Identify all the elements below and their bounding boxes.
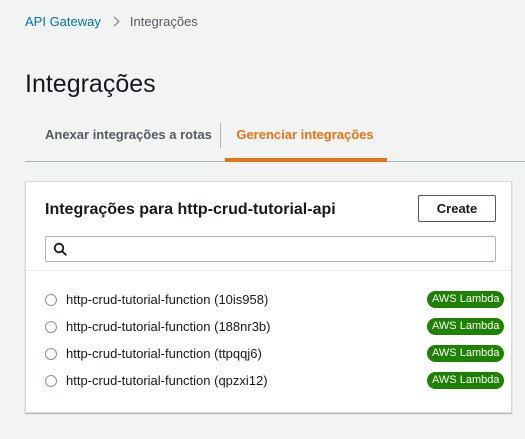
active-tab-indicator [225, 158, 387, 162]
list-item[interactable]: http-crud-tutorial-function (10is958) AW… [26, 286, 511, 313]
integration-label: http-crud-tutorial-function (qpzxi12) [66, 373, 268, 388]
panel-title: Integrações para http-crud-tutorial-api [45, 201, 336, 218]
breadcrumb: API Gateway Integrações [25, 14, 198, 29]
list-item[interactable]: http-crud-tutorial-function (qpzxi12) AW… [26, 367, 511, 394]
integration-label: http-crud-tutorial-function (10is958) [66, 292, 269, 307]
aws-lambda-badge: AWS Lambda [427, 345, 505, 362]
list-item[interactable]: http-crud-tutorial-function (ttpqqj6) AW… [26, 340, 511, 367]
aws-lambda-badge: AWS Lambda [427, 318, 505, 335]
breadcrumb-current: Integrações [129, 14, 198, 29]
radio-button[interactable] [45, 348, 57, 360]
aws-lambda-badge: AWS Lambda [427, 372, 505, 389]
tab-manage-integrations[interactable]: Gerenciar integrações [225, 118, 385, 161]
tab-attach-integrations[interactable]: Anexar integrações a rotas [45, 118, 212, 161]
aws-lambda-badge: AWS Lambda [427, 291, 505, 308]
panel-header: Integrações para http-crud-tutorial-api … [26, 182, 511, 271]
radio-button[interactable] [45, 375, 57, 387]
chevron-right-icon [109, 16, 120, 27]
tab-bar: Anexar integrações a rotas Gerenciar int… [25, 118, 525, 162]
integration-label: http-crud-tutorial-function (188nr3b) [66, 319, 271, 334]
radio-button[interactable] [45, 294, 57, 306]
integrations-panel: Integrações para http-crud-tutorial-api … [25, 181, 512, 413]
search-input[interactable] [74, 238, 495, 260]
page: API Gateway Integrações Integrações Anex… [0, 0, 525, 439]
integration-label: http-crud-tutorial-function (ttpqqj6) [66, 346, 262, 361]
breadcrumb-api-gateway-link[interactable]: API Gateway [25, 14, 101, 29]
search-icon [46, 237, 74, 261]
integration-list: http-crud-tutorial-function (10is958) AW… [26, 286, 511, 394]
create-button[interactable]: Create [418, 195, 496, 222]
radio-button[interactable] [45, 321, 57, 333]
page-title: Integrações [25, 70, 156, 98]
list-item[interactable]: http-crud-tutorial-function (188nr3b) AW… [26, 313, 511, 340]
search-field[interactable] [45, 236, 496, 262]
tab-divider [220, 123, 221, 148]
